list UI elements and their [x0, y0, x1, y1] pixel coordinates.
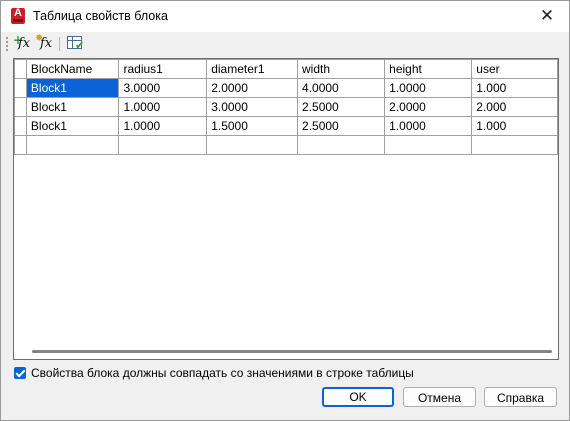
table-row: Block1 3.0000 2.0000 4.0000 1.0000 1.000	[14, 78, 558, 98]
block-properties-dialog: Таблица свойств блока ✕ + fx ✸ fx ✔ Bloc	[0, 0, 570, 421]
table-row-new	[14, 135, 558, 155]
table-cell[interactable]: 1.5000	[206, 116, 299, 136]
row-header[interactable]	[14, 97, 27, 117]
match-properties-checkbox[interactable]	[14, 367, 26, 379]
table-cell[interactable]: 1.0000	[118, 97, 208, 117]
function-icon: fx	[40, 36, 53, 51]
table-cell-selected[interactable]: Block1	[25, 78, 120, 98]
match-properties-label: Свойства блока должны совпадать со значе…	[31, 366, 414, 380]
column-header[interactable]: diameter1	[206, 59, 299, 79]
table-cell[interactable]: Block1	[25, 116, 120, 136]
toolbar-grip-icon[interactable]	[6, 37, 10, 51]
row-header[interactable]	[14, 116, 27, 136]
close-button[interactable]: ✕	[537, 6, 557, 26]
audit-table-button[interactable]: ✔	[63, 35, 85, 53]
title-bar: Таблица свойств блока ✕	[1, 1, 569, 32]
table-cell-empty[interactable]	[297, 135, 386, 155]
cancel-button[interactable]: Отмена	[403, 387, 476, 407]
dialog-title: Таблица свойств блока	[33, 9, 168, 23]
new-property-button[interactable]: + fx	[13, 33, 33, 53]
autocad-app-icon	[11, 7, 25, 24]
table-cell[interactable]: 1.0000	[384, 116, 473, 136]
table-cell[interactable]: 4.0000	[297, 78, 386, 98]
row-header[interactable]	[14, 135, 27, 155]
table-cell[interactable]: 2.0000	[384, 97, 473, 117]
column-header[interactable]: width	[297, 59, 386, 79]
table-cell[interactable]: 2.5000	[297, 116, 386, 136]
toolbar: + fx ✸ fx ✔	[1, 32, 569, 56]
table-cell-empty[interactable]	[118, 135, 208, 155]
table-cell[interactable]: 2.0000	[206, 78, 299, 98]
properties-table: BlockName radius1 diameter1 width height…	[14, 59, 558, 155]
table-cell[interactable]: 1.0000	[118, 116, 208, 136]
table-row: Block1 1.0000 1.5000 2.5000 1.0000 1.000	[14, 116, 558, 136]
table-cell[interactable]: Block1	[25, 97, 120, 117]
corner-header[interactable]	[14, 59, 27, 79]
ok-button[interactable]: OK	[322, 387, 394, 407]
help-button[interactable]: Справка	[484, 387, 557, 407]
column-header[interactable]: user	[471, 59, 558, 79]
table-cell[interactable]: 2.000	[471, 97, 558, 117]
function-icon: fx	[18, 36, 31, 51]
table-cell-empty[interactable]	[471, 135, 558, 155]
header-row: BlockName radius1 diameter1 width height…	[14, 59, 558, 79]
properties-grid[interactable]: BlockName radius1 diameter1 width height…	[13, 58, 559, 360]
table-row: Block1 1.0000 3.0000 2.5000 2.0000 2.000	[14, 97, 558, 117]
table-cell[interactable]: 3.0000	[206, 97, 299, 117]
toolbar-separator	[59, 37, 60, 51]
table-cell[interactable]: 1.000	[471, 116, 558, 136]
table-cell-empty[interactable]	[25, 135, 120, 155]
table-cell-empty[interactable]	[384, 135, 473, 155]
table-cell[interactable]: 3.0000	[118, 78, 208, 98]
table-cell-empty[interactable]	[206, 135, 299, 155]
column-header[interactable]: height	[384, 59, 473, 79]
edit-property-button[interactable]: ✸ fx	[35, 33, 55, 53]
column-header[interactable]: BlockName	[25, 59, 120, 79]
table-cell[interactable]: 1.000	[471, 78, 558, 98]
row-header[interactable]	[14, 78, 27, 98]
table-cell[interactable]: 2.5000	[297, 97, 386, 117]
horizontal-scrollbar[interactable]	[32, 350, 552, 353]
checkmark-icon: ✔	[75, 39, 85, 52]
column-header[interactable]: radius1	[118, 59, 208, 79]
table-cell[interactable]: 1.0000	[384, 78, 473, 98]
